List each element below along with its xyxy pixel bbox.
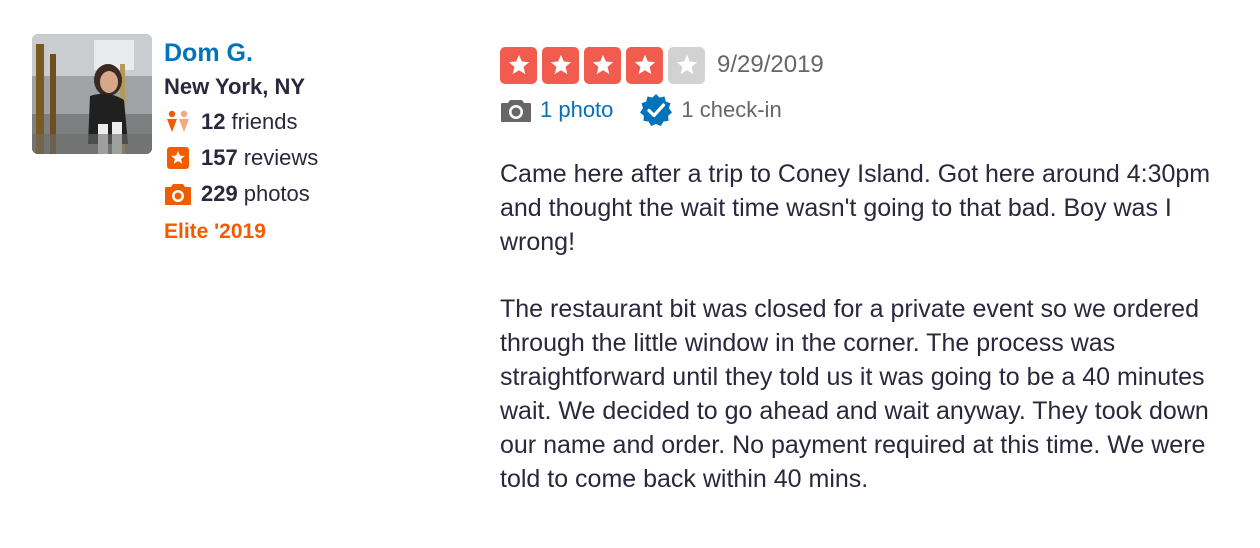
camera-icon xyxy=(500,97,532,123)
star-filled-icon xyxy=(500,46,537,84)
star-filled-icon xyxy=(584,46,621,84)
review-meta: 1 photo 1 check-in xyxy=(500,89,1240,131)
star-rating xyxy=(500,46,710,84)
rating-row: 9/29/2019 xyxy=(500,45,1240,85)
star-empty-icon xyxy=(668,46,705,84)
user-avatar[interactable] xyxy=(32,34,152,154)
friends-count: 12 xyxy=(201,109,226,134)
elite-badge[interactable]: Elite '2019 xyxy=(164,212,444,252)
verified-check-icon xyxy=(639,93,673,127)
review-date: 9/29/2019 xyxy=(717,51,824,78)
review-paragraph: Came here after a trip to Coney Island. … xyxy=(500,160,1211,256)
user-location: New York, NY xyxy=(164,74,306,99)
star-badge-icon xyxy=(164,144,192,172)
user-info: Dom G. New York, NY 12 friends 157 revie… xyxy=(164,34,444,252)
user-name-link[interactable]: Dom G. xyxy=(164,36,444,70)
review-content: 9/29/2019 1 photo 1 check-in Came here a… xyxy=(500,45,1240,529)
reviews-count: 157 xyxy=(201,145,238,170)
review-text: Came here after a trip to Coney Island. … xyxy=(500,157,1240,496)
star-filled-icon xyxy=(626,46,663,84)
friends-stat: 12 friends xyxy=(164,104,444,140)
star-filled-icon xyxy=(542,46,579,84)
photos-stat: 229 photos xyxy=(164,176,444,212)
photo-link-item[interactable]: 1 photo xyxy=(500,97,613,123)
reviews-stat: 157 reviews xyxy=(164,140,444,176)
photo-link[interactable]: 1 photo xyxy=(540,97,613,123)
friends-icon xyxy=(164,108,192,136)
photos-count: 229 xyxy=(201,181,238,206)
checkin-item: 1 check-in xyxy=(639,93,782,127)
camera-icon xyxy=(164,180,192,208)
checkin-count: 1 check-in xyxy=(681,97,782,122)
review-paragraph: The restaurant bit was closed for a priv… xyxy=(500,295,1209,493)
friends-label: friends xyxy=(231,109,298,134)
reviews-label: reviews xyxy=(243,145,319,170)
photos-label: photos xyxy=(243,181,310,206)
